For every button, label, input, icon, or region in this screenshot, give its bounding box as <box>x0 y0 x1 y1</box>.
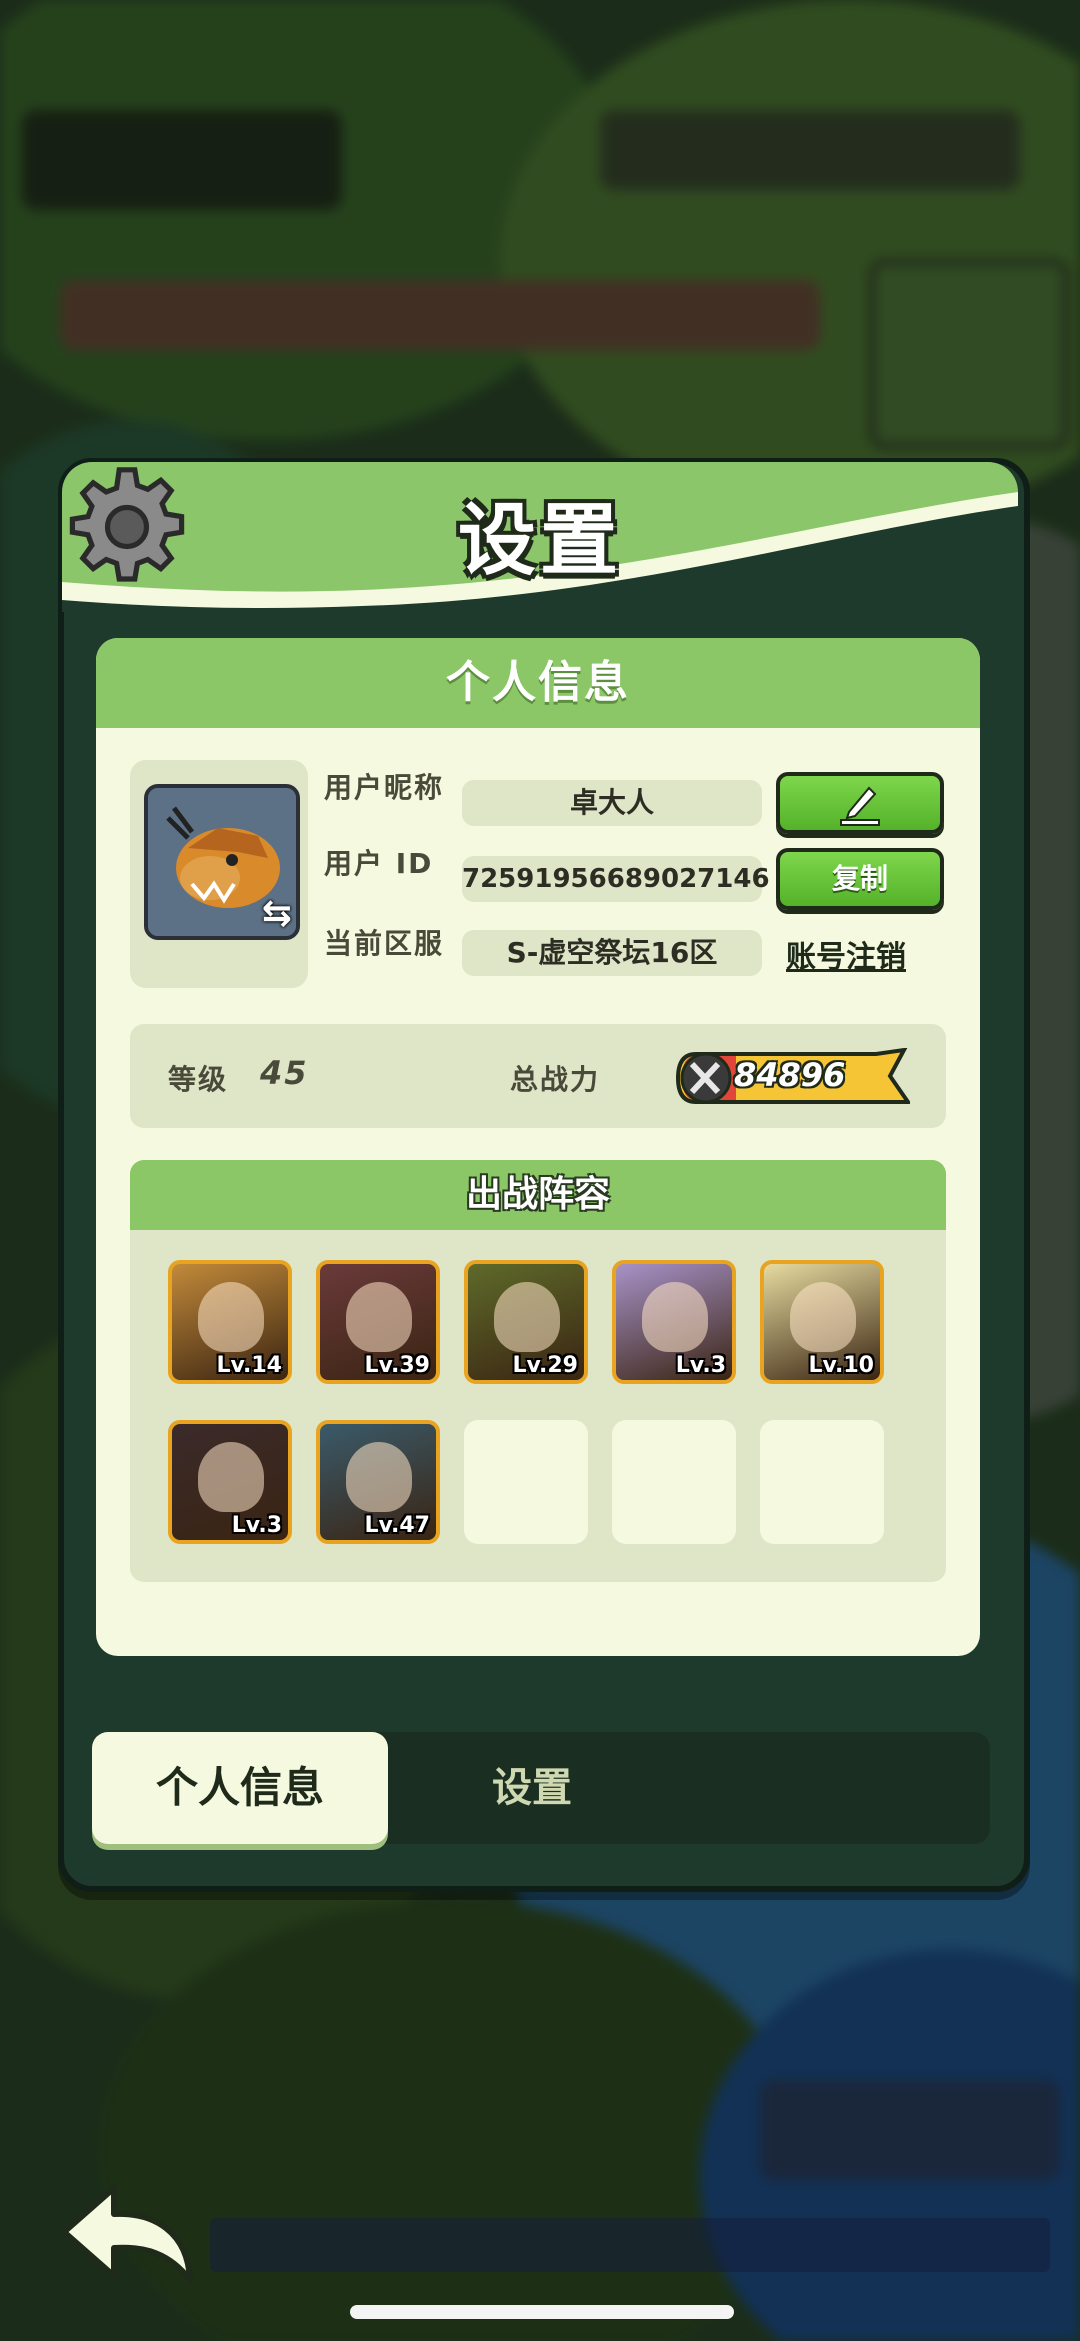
empty-hero-slot[interactable] <box>612 1420 736 1544</box>
server-label: 当前区服 <box>324 927 445 960</box>
hero-card[interactable]: Lv.3 <box>168 1420 292 1544</box>
empty-hero-slot[interactable] <box>760 1420 884 1544</box>
team-title: 出战阵容 <box>130 1160 946 1230</box>
hero-level: Lv.14 <box>216 1353 282 1378</box>
hero-portrait <box>790 1282 856 1352</box>
team-lineup: 出战阵容 Lv.14 Lv.39 Lv.29 Lv.3 Lv.10 Lv.3 Lv.47 <box>130 1160 946 1582</box>
level-value: 45 <box>260 1054 309 1092</box>
hero-level: Lv.10 <box>808 1353 874 1378</box>
hero-card[interactable]: Lv.10 <box>760 1260 884 1384</box>
power-label: 总战力 <box>510 1063 601 1096</box>
panel-header: 设置 <box>62 462 1018 612</box>
section-title: 个人信息 <box>96 638 980 728</box>
avatar-box: ⇆ <box>130 760 308 988</box>
swap-icon[interactable]: ⇆ <box>262 893 292 934</box>
cancel-account-link[interactable]: 账号注销 <box>786 932 906 976</box>
hero-level: Lv.29 <box>512 1353 578 1378</box>
hero-portrait <box>494 1282 560 1352</box>
tab-bar: 个人信息 设置 <box>92 1732 990 1844</box>
hero-card[interactable]: Lv.39 <box>316 1260 440 1384</box>
hero-portrait <box>198 1442 264 1512</box>
copy-id-button[interactable]: 复制 <box>776 848 944 910</box>
power-badge: 84896 <box>676 1048 910 1104</box>
hero-card[interactable]: Lv.47 <box>316 1420 440 1544</box>
edit-icon <box>840 786 880 826</box>
level-label: 等级 <box>168 1063 229 1096</box>
power-value: 84896 <box>734 1056 846 1094</box>
hero-portrait <box>346 1282 412 1352</box>
empty-hero-slot[interactable] <box>464 1420 588 1544</box>
panel-title: 设置 <box>457 496 622 586</box>
edit-nickname-button[interactable] <box>776 772 944 834</box>
nickname-value: 卓大人 <box>462 780 762 826</box>
hero-card[interactable]: Lv.29 <box>464 1260 588 1384</box>
hero-level: Lv.39 <box>364 1353 430 1378</box>
hero-level: Lv.47 <box>364 1513 430 1538</box>
home-indicator <box>350 2305 734 2319</box>
hero-card[interactable]: Lv.3 <box>612 1260 736 1384</box>
hero-portrait <box>642 1282 708 1352</box>
back-arrow-icon[interactable] <box>58 2180 198 2290</box>
hero-level: Lv.3 <box>231 1513 282 1538</box>
user-id-label: 用户 ID <box>324 847 434 880</box>
profile-card: 个人信息 ⇆ 用户昵称 卓大人 用户 ID 72591956689027146 … <box>96 638 980 1656</box>
chat-ticker <box>210 2218 1050 2272</box>
tab-settings[interactable]: 设置 <box>492 1732 792 1844</box>
user-id-value: 72591956689027146 <box>462 856 770 902</box>
server-value: S-虚空祭坛16区 <box>462 930 762 976</box>
hero-card[interactable]: Lv.14 <box>168 1260 292 1384</box>
hero-portrait <box>346 1442 412 1512</box>
nickname-label: 用户昵称 <box>324 771 445 804</box>
hero-level: Lv.3 <box>675 1353 726 1378</box>
hero-portrait <box>198 1282 264 1352</box>
avatar[interactable]: ⇆ <box>144 784 300 940</box>
tab-profile[interactable]: 个人信息 <box>92 1732 388 1844</box>
stats-bar: 等级 45 总战力 84896 <box>130 1024 946 1128</box>
